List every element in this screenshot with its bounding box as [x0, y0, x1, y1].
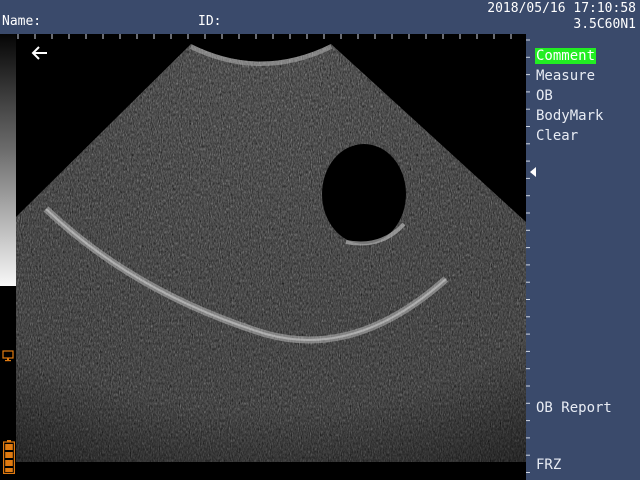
right-panel: Comment Measure OB BodyMark Clear OB Rep…	[530, 34, 640, 480]
bottom-black-bar	[16, 462, 526, 480]
menu-item-measure[interactable]: Measure	[536, 68, 595, 84]
header-bar: Name: ID: 2018/05/16 17:10:58 3.5C60N1	[0, 0, 640, 34]
monitor-icon	[2, 350, 14, 362]
patient-id-label: ID:	[198, 14, 222, 29]
freeze-indicator[interactable]: FRZ	[536, 457, 561, 473]
menu-item-ob[interactable]: OB	[536, 88, 553, 104]
ultrasound-image[interactable]	[16, 34, 526, 462]
ultrasound-scan	[16, 44, 526, 462]
patient-name-label: Name:	[2, 14, 42, 29]
datetime-display: 2018/05/16 17:10:58	[487, 1, 636, 16]
focus-marker-icon[interactable]	[530, 167, 536, 177]
menu-item-bodymark[interactable]: BodyMark	[536, 108, 603, 124]
menu-item-clear[interactable]: Clear	[536, 128, 578, 144]
ob-report-button[interactable]: OB Report	[536, 400, 612, 416]
battery-icon	[3, 440, 15, 474]
lateral-scale	[17, 34, 512, 39]
menu-item-comment[interactable]: Comment	[535, 48, 597, 64]
probe-type: 3.5C60N1	[573, 17, 636, 32]
grayscale-bar	[0, 34, 16, 286]
back-arrow-icon[interactable]	[30, 44, 50, 62]
